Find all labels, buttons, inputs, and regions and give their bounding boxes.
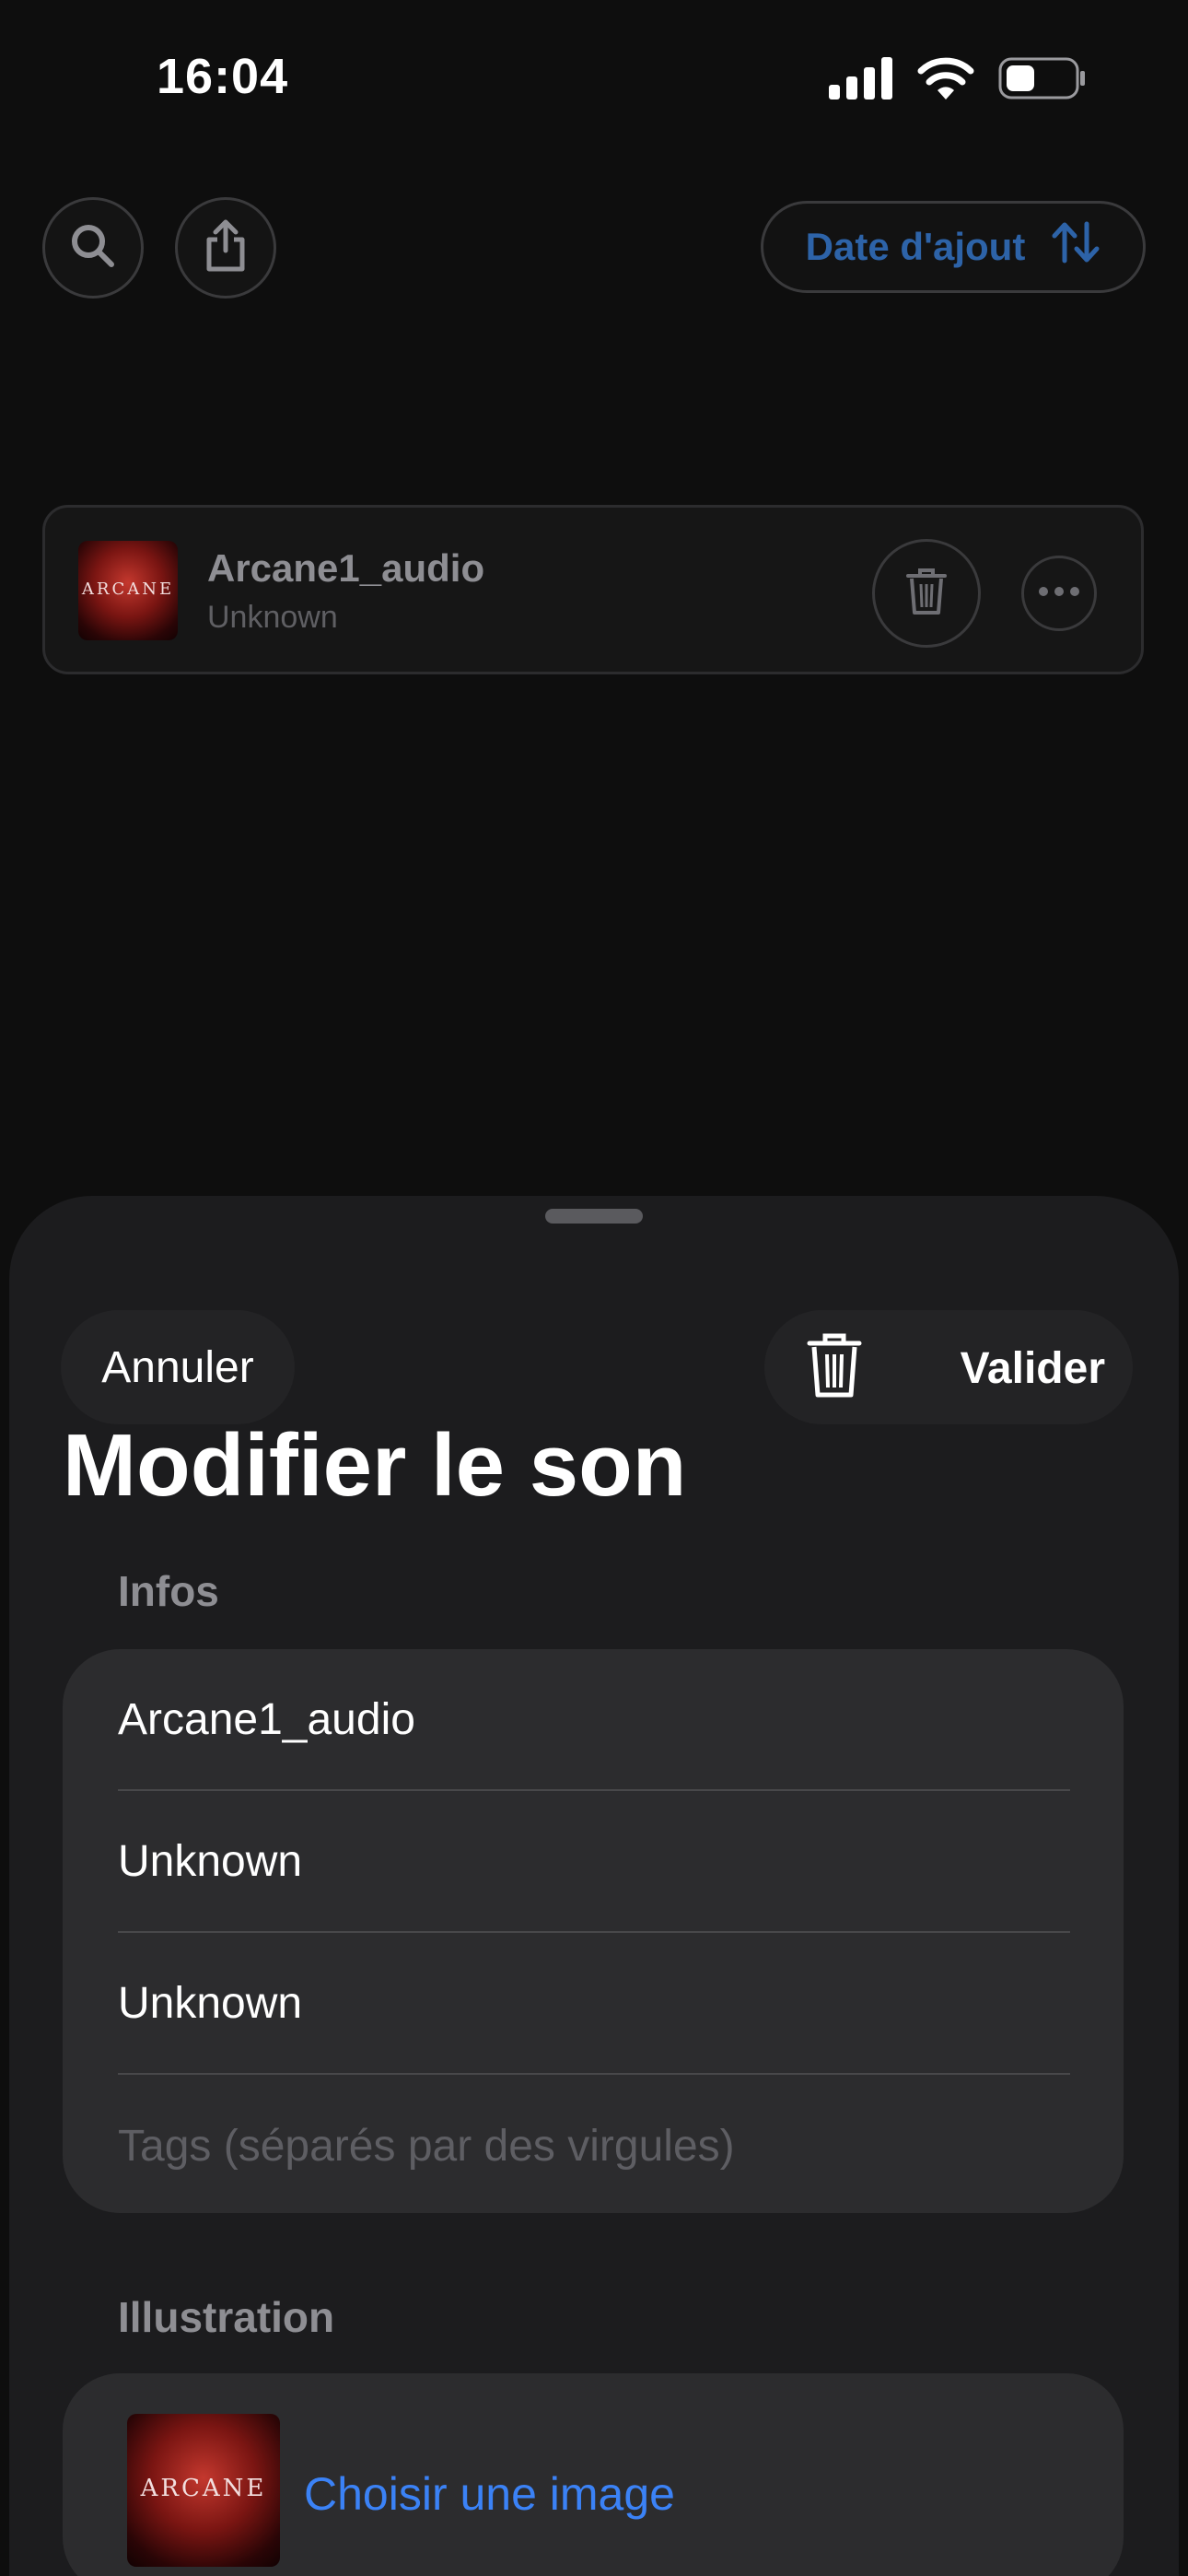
share-icon (203, 219, 249, 277)
artist-field[interactable]: Unknown (118, 1791, 1070, 1933)
sort-label: Date d'ajout (805, 225, 1026, 268)
trash-icon (906, 568, 947, 620)
illustration-cover: ARCANE (127, 2414, 280, 2567)
track-more-button[interactable] (1021, 556, 1097, 631)
title-field[interactable]: Arcane1_audio (118, 1649, 1070, 1791)
sheet-actions: Valider (764, 1310, 1133, 1424)
illustration-cover-text: ARCANE (140, 2475, 267, 2502)
validate-button[interactable]: Valider (961, 1343, 1105, 1394)
trash-icon (807, 1332, 862, 1403)
delete-sound-button[interactable] (798, 1330, 871, 1404)
illustration-card: ARCANE Choisir une image (63, 2373, 1124, 2576)
status-icons (829, 57, 1087, 104)
wifi-icon (917, 57, 974, 104)
cellular-signal-icon (829, 57, 893, 104)
sheet-title: Modifier le son (63, 1416, 687, 1515)
status-time: 16:04 (157, 49, 289, 104)
status-bar: 16:04 (0, 0, 1188, 157)
battery-icon (998, 57, 1087, 104)
share-button[interactable] (175, 197, 276, 299)
track-artist: Unknown (207, 600, 338, 635)
album-field[interactable]: Unknown (118, 1933, 1070, 2075)
search-button[interactable] (42, 197, 144, 299)
cancel-button[interactable]: Annuler (61, 1310, 295, 1424)
more-icon (1038, 585, 1080, 602)
tags-field[interactable]: Tags (séparés par des virgules) (118, 2075, 1070, 2217)
illustration-label: Illustration (118, 2293, 335, 2341)
sort-button[interactable]: Date d'ajout (761, 201, 1146, 293)
sheet-grabber[interactable] (545, 1209, 643, 1224)
edit-sound-sheet: Annuler Valider Modifier le son Infos Ar… (9, 1196, 1179, 2576)
track-row[interactable]: ARCANE Arcane1_audio Unknown (42, 505, 1144, 674)
infos-label: Infos (118, 1567, 219, 1615)
track-delete-button[interactable] (872, 539, 981, 648)
track-title: Arcane1_audio (207, 546, 485, 590)
infos-card: Arcane1_audio Unknown Unknown Tags (sépa… (63, 1649, 1124, 2213)
search-icon (69, 222, 117, 275)
choose-image-link[interactable]: Choisir une image (304, 2467, 675, 2521)
sort-arrows-icon (1051, 220, 1101, 274)
track-cover: ARCANE (78, 541, 178, 640)
track-cover-text: ARCANE (81, 580, 175, 599)
